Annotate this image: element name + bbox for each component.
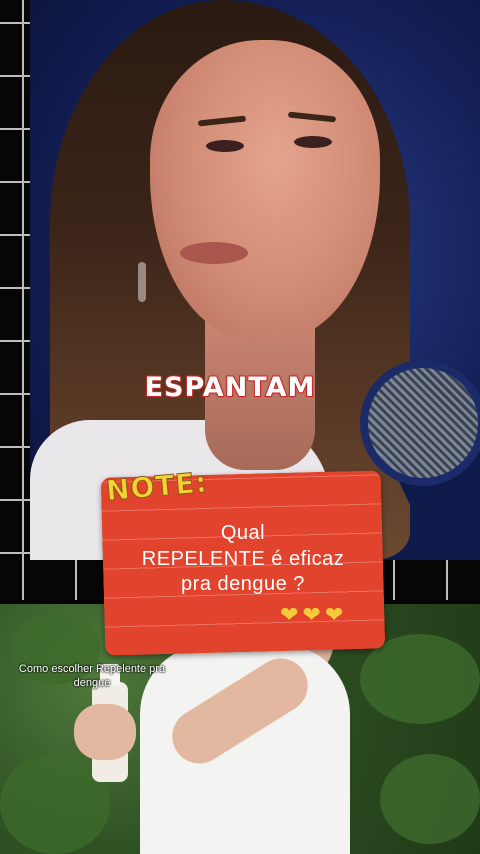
earring — [138, 262, 146, 302]
right-eye — [294, 136, 332, 148]
foliage — [380, 754, 480, 844]
caption-word: ESPANTAM — [144, 371, 316, 404]
video-caption: Como escolher Repelente pra dengue — [18, 663, 166, 689]
note-line-3: pra dengue ? — [181, 573, 305, 595]
hand-shape — [74, 704, 136, 760]
lips-shape — [180, 242, 248, 264]
note-line-2: REPELENTE é eficaz — [141, 548, 345, 570]
left-eye — [206, 140, 244, 152]
note-line-1: Qual — [220, 522, 266, 544]
hearts-icon: ❤❤❤ — [280, 602, 348, 627]
face-shape — [150, 40, 380, 340]
